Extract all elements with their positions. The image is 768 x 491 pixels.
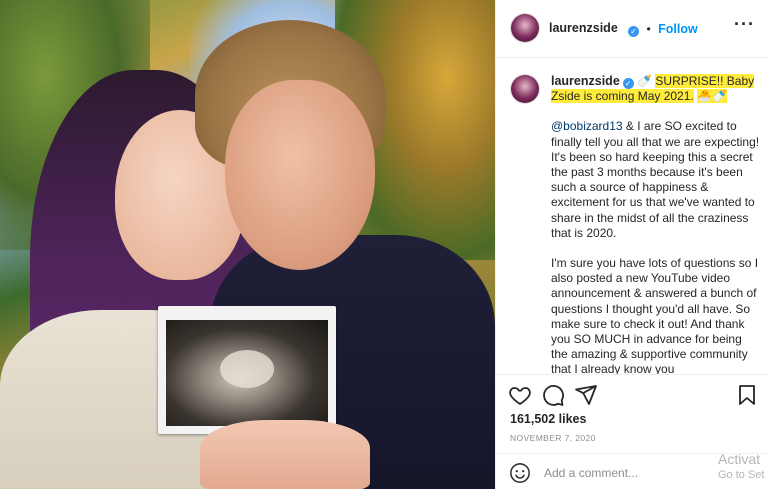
ultrasound-print — [158, 306, 336, 434]
caption-avatar[interactable] — [511, 75, 539, 103]
bookmark-icon[interactable] — [735, 383, 759, 407]
separator-dot: • — [646, 22, 651, 36]
caption-paragraph-1: @bobizard13 & I are SO excited to finall… — [551, 119, 761, 241]
caption-verified-icon: ✓ — [622, 78, 634, 89]
verified-icon: ✓ — [628, 26, 639, 37]
mention-link[interactable]: @bobizard13 — [551, 119, 623, 133]
emoji-chick: 🐣🍼 — [697, 89, 727, 104]
caption-p1-text: & I are SO excited to finally tell you a… — [551, 119, 760, 240]
comment-input[interactable] — [542, 465, 696, 481]
action-bar: 161,502 likes NOVEMBER 7, 2020 Activat G… — [496, 374, 768, 490]
more-options-icon[interactable]: ··· — [734, 14, 755, 35]
avatar[interactable] — [511, 14, 539, 42]
share-icon[interactable] — [574, 383, 598, 407]
caption-first-line: laurenzside ✓ 🍼 SURPRISE!! Baby Zside is … — [551, 74, 761, 104]
caption-username[interactable]: laurenzside — [551, 74, 620, 88]
activation-watermark: Activat — [718, 451, 761, 467]
post-header: laurenzside ✓ • Follow ··· — [496, 0, 768, 58]
comment-icon[interactable] — [541, 383, 565, 407]
follow-button[interactable]: Follow — [658, 22, 698, 36]
follow-group: ✓ • Follow — [625, 20, 698, 38]
photo-hand — [200, 420, 370, 489]
activation-watermark-sub: Go to Set — [718, 469, 765, 481]
photo-man-face — [225, 80, 375, 270]
post-photo[interactable] — [0, 0, 495, 489]
post-side-panel: laurenzside ✓ • Follow ··· laurenzside ✓ … — [495, 0, 768, 489]
heart-icon[interactable] — [508, 383, 532, 407]
caption-paragraph-2: I'm sure you have lots of questions so I… — [551, 256, 759, 374]
caption-area: laurenzside ✓ 🍼 SURPRISE!! Baby Zside is … — [496, 58, 768, 374]
post-date: NOVEMBER 7, 2020 — [510, 433, 596, 443]
emoji-bottle: 🍼 — [637, 74, 653, 88]
likes-count[interactable]: 161,502 likes — [510, 412, 586, 426]
header-username[interactable]: laurenzside — [549, 21, 618, 35]
ultrasound-baby — [220, 350, 274, 388]
smiley-icon[interactable] — [509, 462, 531, 484]
caption-text: laurenzside ✓ 🍼 SURPRISE!! Baby Zside is … — [551, 74, 761, 374]
